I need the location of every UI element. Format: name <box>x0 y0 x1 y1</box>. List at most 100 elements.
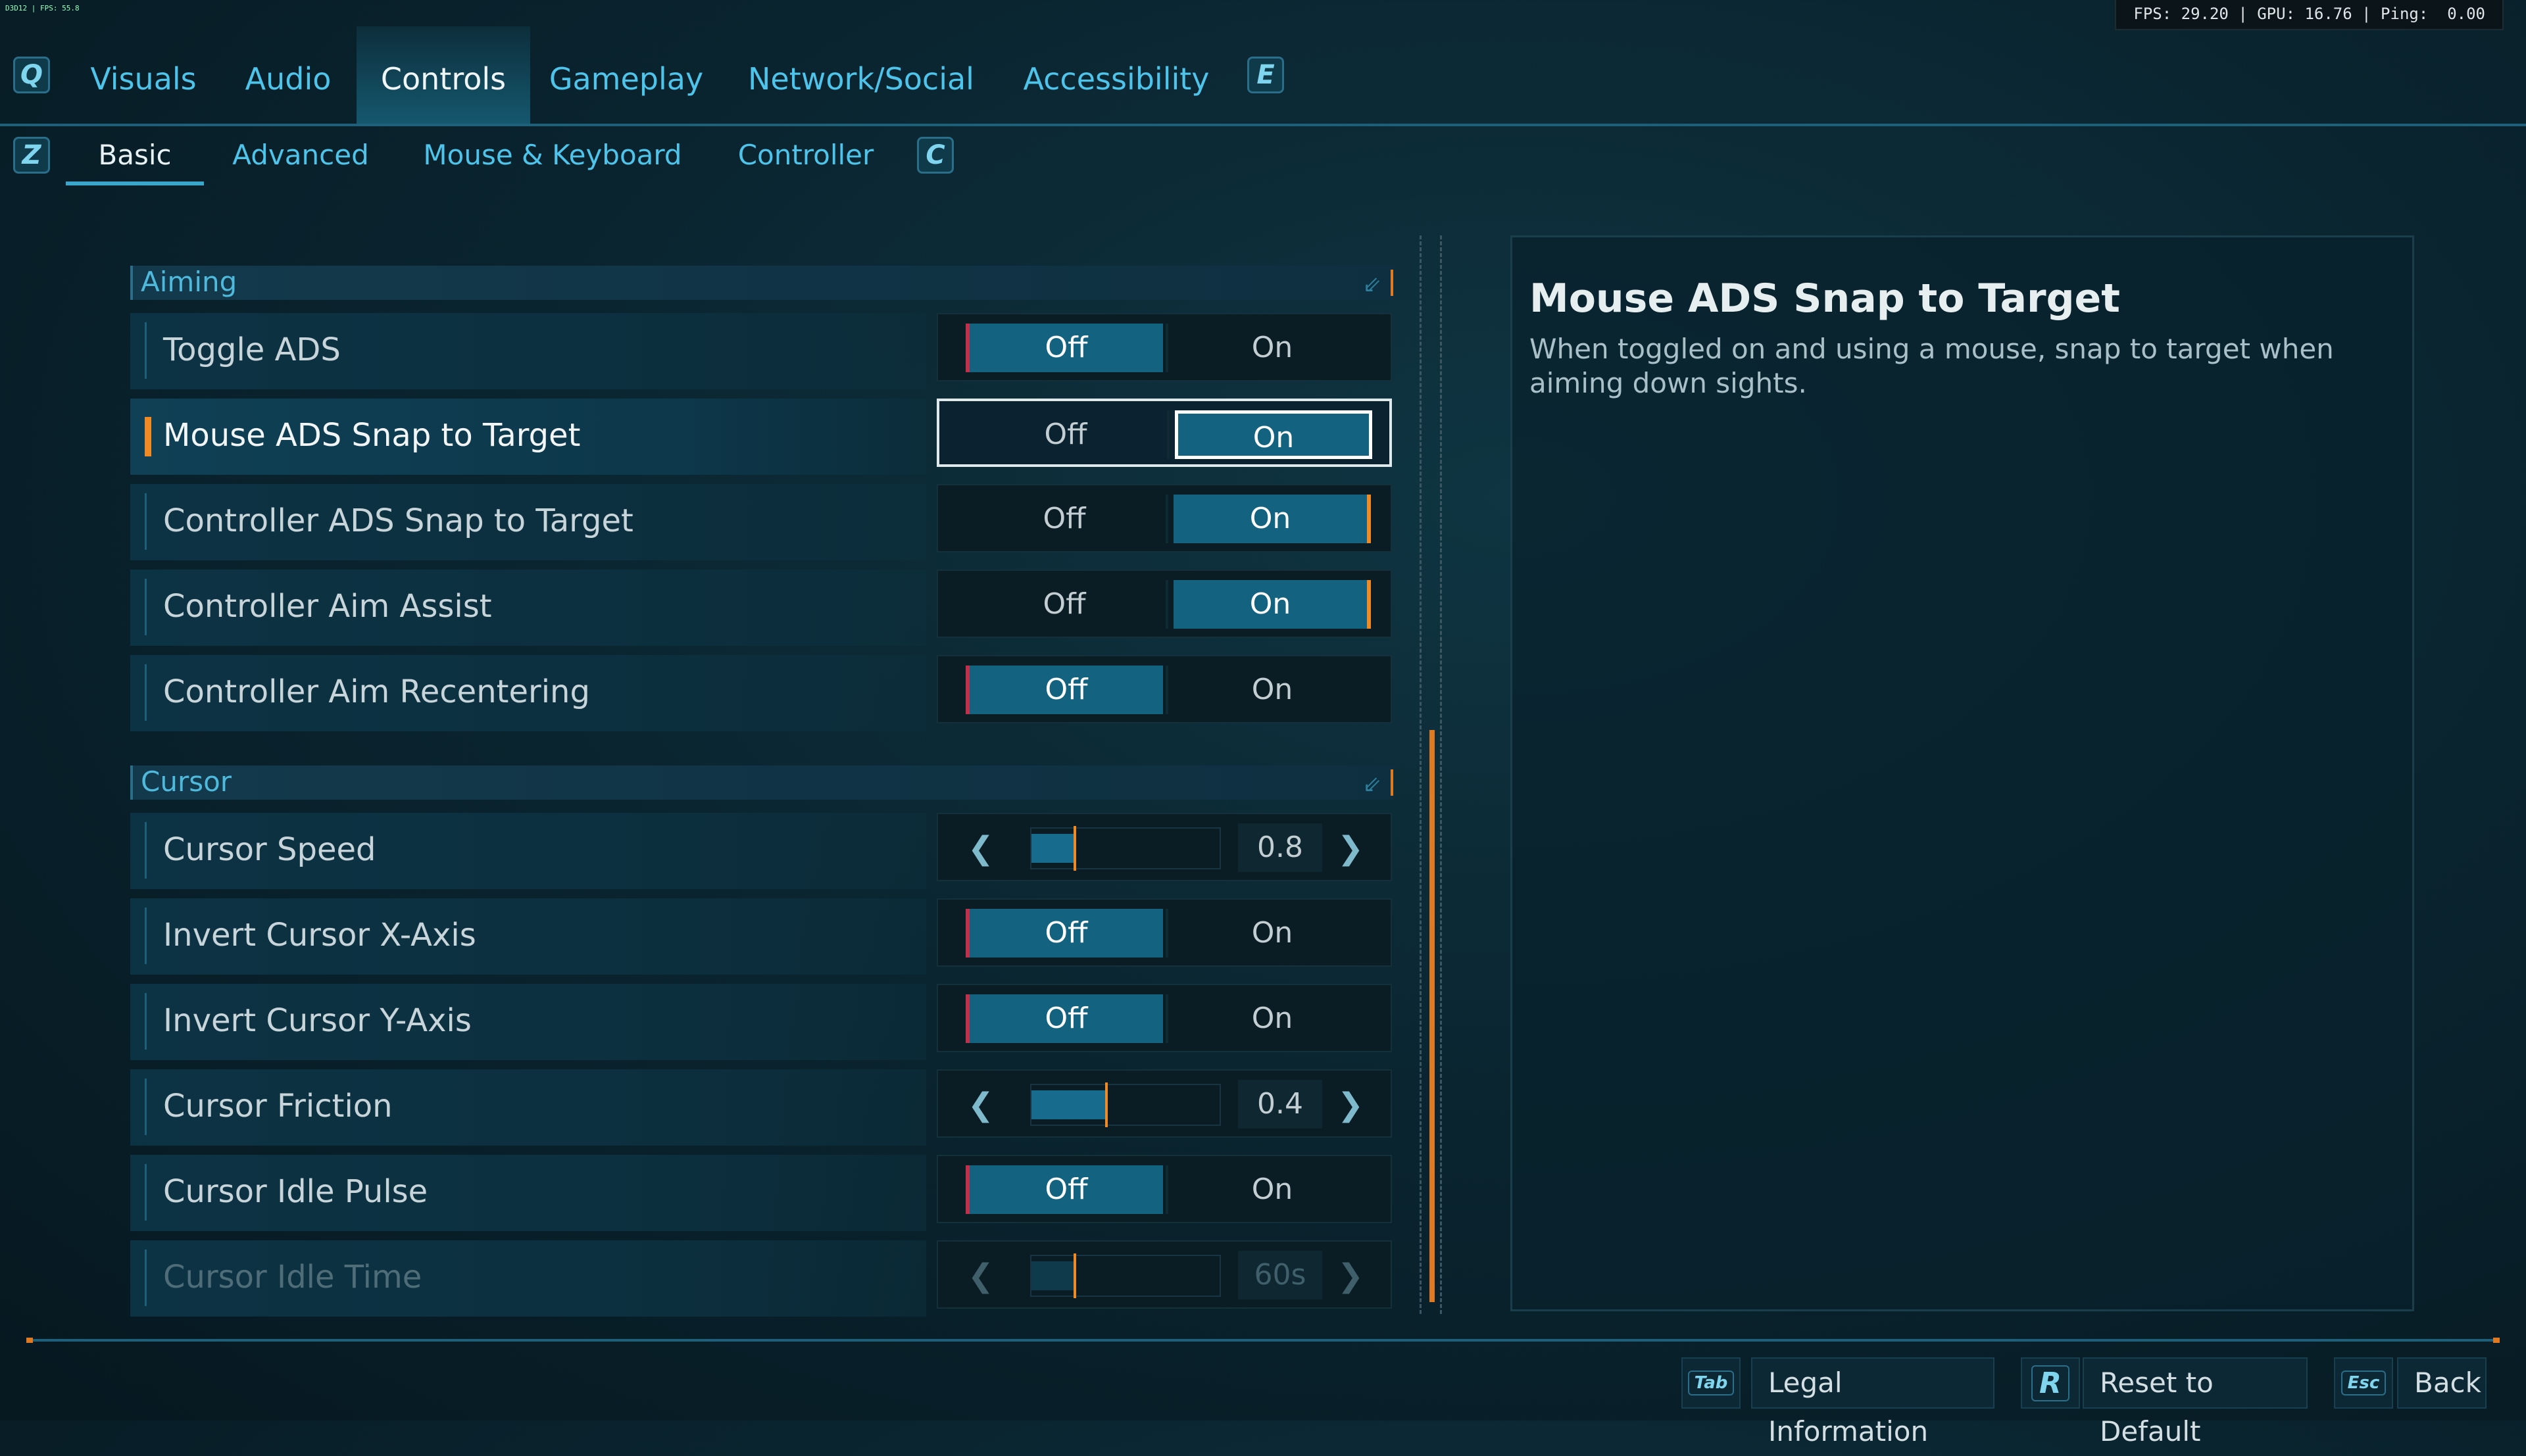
toggle-control: Off On <box>937 313 1392 381</box>
slider-track[interactable] <box>1030 1253 1221 1298</box>
option-on[interactable]: On <box>1174 1165 1371 1214</box>
slider-control: ❮ 0.8 ❯ <box>937 813 1392 881</box>
subtab-controller[interactable]: Controller <box>730 130 881 185</box>
setting-row-controller-aim-assist[interactable]: Controller Aim Assist Off On <box>130 570 1393 646</box>
sub-tab-prev-key[interactable]: Z <box>13 137 50 174</box>
toggle-control: Off On <box>937 984 1392 1052</box>
collapse-icon[interactable]: ⇙ <box>1363 268 1382 301</box>
description-title: Mouse ADS Snap to Target <box>1529 276 2120 322</box>
description-panel: Mouse ADS Snap to Target When toggled on… <box>1510 235 2414 1311</box>
setting-label: Controller Aim Recentering <box>163 673 590 710</box>
option-off[interactable]: Off <box>966 994 1163 1043</box>
option-on[interactable]: On <box>1175 410 1372 459</box>
setting-row-controller-aim-recentering[interactable]: Controller Aim Recentering Off On <box>130 655 1393 731</box>
esc-key-icon[interactable]: Esc <box>2334 1357 2393 1409</box>
slider-value: 0.4 <box>1238 1080 1322 1128</box>
settings-scrollbar[interactable] <box>1420 235 1442 1314</box>
tab-accessibility[interactable]: Accessibility <box>1016 26 1217 124</box>
slider-thumb[interactable] <box>1073 826 1076 871</box>
setting-label: Cursor Speed <box>163 831 376 868</box>
option-off[interactable]: Off <box>966 909 1163 958</box>
main-tab-prev-key[interactable]: Q <box>13 57 50 93</box>
decrease-arrow-icon[interactable]: ❮ <box>964 830 997 867</box>
toggle-control: Off On <box>937 399 1392 467</box>
slider-thumb[interactable] <box>1105 1082 1108 1127</box>
toggle-control: Off On <box>937 898 1392 967</box>
slider-fill <box>1031 1090 1107 1119</box>
decrease-arrow-icon[interactable]: ❮ <box>964 1086 997 1123</box>
option-on[interactable]: On <box>1174 994 1371 1043</box>
slider-fill <box>1031 834 1075 863</box>
toggle-control: Off On <box>937 484 1392 552</box>
section-marker <box>1388 270 1393 296</box>
slider-thumb[interactable] <box>1073 1253 1076 1298</box>
slider-value: 60s <box>1238 1251 1322 1299</box>
option-off[interactable]: Off <box>967 410 1164 459</box>
tab-controls[interactable]: Controls <box>357 26 530 124</box>
setting-row-mouse-ads-snap[interactable]: Mouse ADS Snap to Target Off On <box>130 399 1393 475</box>
increase-arrow-icon[interactable]: ❯ <box>1334 1257 1367 1294</box>
section-marker <box>1388 769 1393 796</box>
setting-row-cursor-idle-pulse[interactable]: Cursor Idle Pulse Off On <box>130 1155 1393 1231</box>
toggle-control: Off On <box>937 1155 1392 1223</box>
section-title: Cursor <box>141 765 232 798</box>
setting-label: Toggle ADS <box>163 331 341 368</box>
setting-row-cursor-friction[interactable]: Cursor Friction ❮ 0.4 ❯ <box>130 1069 1393 1146</box>
decrease-arrow-icon[interactable]: ❮ <box>964 1257 997 1294</box>
slider-value: 0.8 <box>1238 823 1322 872</box>
setting-label: Cursor Idle Pulse <box>163 1173 428 1210</box>
tab-key-icon[interactable]: Tab <box>1681 1357 1741 1409</box>
option-off[interactable]: Off <box>966 580 1163 629</box>
main-tab-next-key[interactable]: E <box>1247 57 1284 93</box>
option-off[interactable]: Off <box>966 324 1163 372</box>
increase-arrow-icon[interactable]: ❯ <box>1334 1086 1367 1123</box>
collapse-icon[interactable]: ⇙ <box>1363 768 1382 801</box>
slider-control: ❮ 0.4 ❯ <box>937 1069 1392 1138</box>
option-on[interactable]: On <box>1174 580 1371 629</box>
section-header-aiming: Aiming ⇙ <box>130 266 1393 300</box>
reset-to-default-button[interactable]: Reset to Default <box>2083 1357 2308 1447</box>
slider-fill <box>1031 1261 1075 1290</box>
r-key-icon[interactable]: R <box>2021 1357 2080 1409</box>
setting-label: Controller ADS Snap to Target <box>163 502 633 539</box>
setting-row-controller-ads-snap[interactable]: Controller ADS Snap to Target Off On <box>130 484 1393 560</box>
section-title: Aiming <box>141 266 237 298</box>
increase-arrow-icon[interactable]: ❯ <box>1334 830 1367 867</box>
subtab-advanced[interactable]: Advanced <box>224 130 378 185</box>
option-on[interactable]: On <box>1174 495 1371 543</box>
legal-information-button[interactable]: Legal Information <box>1751 1357 1994 1447</box>
subtab-basic[interactable]: Basic <box>66 130 204 185</box>
section-header-cursor: Cursor ⇙ <box>130 765 1393 800</box>
tab-audio[interactable]: Audio <box>230 26 346 124</box>
back-button[interactable]: Back <box>2397 1357 2487 1409</box>
setting-row-cursor-idle-time[interactable]: Cursor Idle Time ❮ 60s ❯ <box>130 1240 1393 1317</box>
tab-visuals[interactable]: Visuals <box>79 26 208 124</box>
setting-row-invert-x[interactable]: Invert Cursor X-Axis Off On <box>130 898 1393 975</box>
option-on[interactable]: On <box>1174 666 1371 714</box>
slider-control: ❮ 60s ❯ <box>937 1240 1392 1309</box>
setting-row-invert-y[interactable]: Invert Cursor Y-Axis Off On <box>130 984 1393 1060</box>
footer-divider <box>26 1338 2500 1343</box>
setting-row-cursor-speed[interactable]: Cursor Speed ❮ 0.8 ❯ <box>130 813 1393 889</box>
tab-network-social[interactable]: Network/Social <box>739 26 983 124</box>
option-off[interactable]: Off <box>966 1165 1163 1214</box>
slider-track[interactable] <box>1030 1082 1221 1127</box>
slider-track[interactable] <box>1030 826 1221 871</box>
setting-label: Cursor Idle Time <box>163 1259 422 1296</box>
sub-tab-next-key[interactable]: C <box>917 137 954 174</box>
description-body: When toggled on and using a mouse, snap … <box>1529 333 2334 399</box>
option-off[interactable]: Off <box>966 495 1163 543</box>
toggle-control: Off On <box>937 570 1392 638</box>
toggle-control: Off On <box>937 655 1392 723</box>
option-on[interactable]: On <box>1174 909 1371 958</box>
setting-row-toggle-ads[interactable]: Toggle ADS Off On <box>130 313 1393 389</box>
option-off[interactable]: Off <box>966 666 1163 714</box>
subtab-mouse-keyboard[interactable]: Mouse & Keyboard <box>421 130 684 185</box>
setting-label: Controller Aim Assist <box>163 588 492 625</box>
scrollbar-thumb[interactable] <box>1429 730 1435 1302</box>
setting-label: Mouse ADS Snap to Target <box>163 417 581 454</box>
setting-label: Cursor Friction <box>163 1088 393 1125</box>
debug-readout: D3D12 | FPS: 55.8 <box>5 4 80 12</box>
tab-gameplay[interactable]: Gameplay <box>546 26 706 124</box>
option-on[interactable]: On <box>1174 324 1371 372</box>
